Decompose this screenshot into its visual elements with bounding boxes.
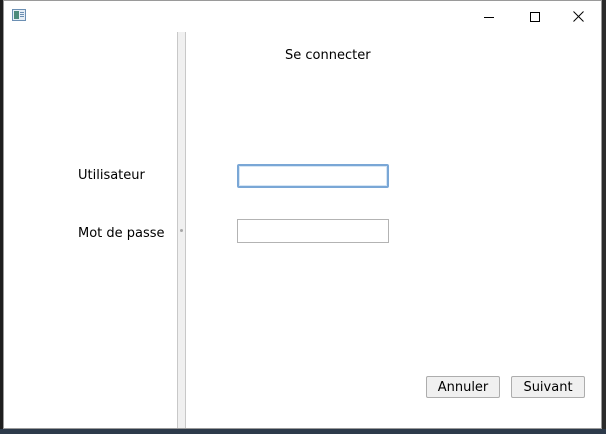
minimize-button[interactable] — [466, 1, 512, 31]
cancel-button[interactable]: Annuler — [426, 376, 500, 398]
left-pane: Utilisateur Mot de passe — [4, 32, 177, 428]
maximize-icon — [530, 7, 540, 26]
username-input[interactable] — [237, 164, 389, 188]
login-window: Utilisateur Mot de passe Se connecter An… — [3, 0, 602, 429]
maximize-button[interactable] — [512, 1, 558, 31]
page-title: Se connecter — [285, 48, 371, 63]
username-label: Utilisateur — [78, 168, 145, 183]
title-bar[interactable] — [4, 1, 601, 31]
right-pane: Se connecter Annuler Suivant — [186, 32, 601, 428]
password-label: Mot de passe — [78, 226, 165, 241]
next-button[interactable]: Suivant — [511, 376, 585, 398]
pane-splitter[interactable] — [177, 32, 186, 428]
desktop-edge-bottom — [0, 429, 606, 434]
minimize-icon — [484, 7, 494, 26]
password-input[interactable] — [237, 219, 389, 243]
splitter-grip-icon — [180, 229, 183, 232]
app-window-icon — [12, 9, 26, 21]
window-content: Utilisateur Mot de passe Se connecter An… — [4, 32, 601, 428]
close-icon — [572, 7, 584, 26]
close-button[interactable] — [555, 1, 601, 31]
